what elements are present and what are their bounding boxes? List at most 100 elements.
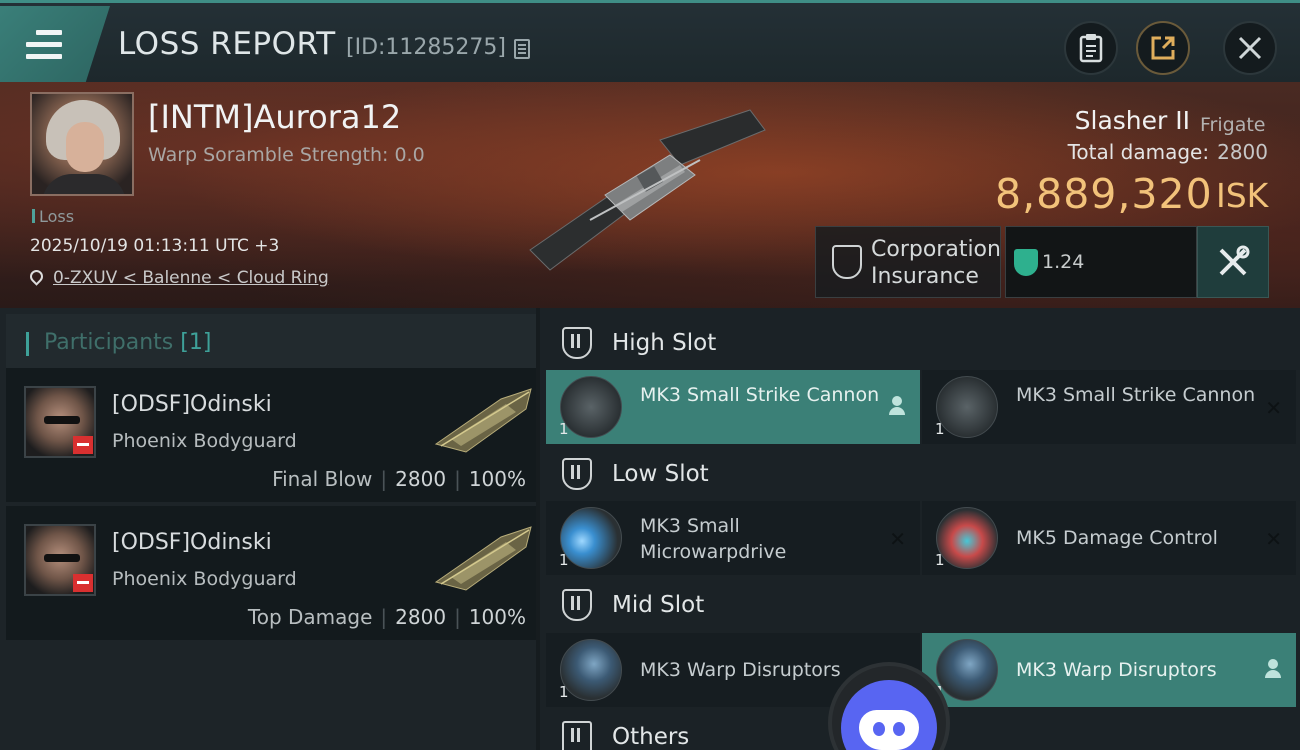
hostile-badge-icon [73,574,93,592]
low-slot-header: Low Slot [544,443,1300,503]
participant-ship: Phoenix Bodyguard [112,430,297,452]
damage-control-icon [936,507,998,569]
destroyed-x-icon: ✕ [1265,527,1282,551]
insurance-rate: 1.24 [1042,251,1085,273]
module-item[interactable]: 1 MK3 Warp Disruptors [922,633,1296,707]
insurance-label: Corporation Insurance [871,237,1001,289]
location-link[interactable]: 0-ZXUV < Balenne < Cloud Ring [53,268,329,288]
cannon-icon [560,376,622,438]
participant-stats: Top Damage | 2800 | 100% [247,605,526,629]
corporation-insurance-button[interactable]: Corporation Insurance [815,226,1001,298]
pilot-icon [1264,659,1282,679]
microwarpdrive-icon [560,507,622,569]
module-quantity: 1 [559,551,569,569]
participant-ship-image [434,526,532,591]
high-slot-title: High Slot [612,330,717,356]
module-item[interactable]: 1 MK5 Damage Control ✕ [922,501,1296,575]
pilot-icon [888,396,906,416]
participant-ship: Phoenix Bodyguard [112,568,297,590]
participant-percent: 100% [468,605,526,629]
fitting-button[interactable] [1197,226,1269,298]
total-damage-label: Total damage: [1067,140,1210,164]
report-id: [ID:11285275] [346,35,506,60]
mid-slot-header: Mid Slot [544,574,1300,634]
mid-slot-icon [562,589,592,621]
total-damage: Total damage: 2800 [1068,140,1268,164]
warp-scramble-strength: Warp Soramble Strength: 0.0 [148,144,425,166]
menu-button[interactable] [0,6,110,82]
victim-name[interactable]: [INTM]Aurora12 [148,98,401,136]
discord-icon [841,680,937,750]
others-title: Others [612,724,690,750]
low-slot-icon [562,458,592,490]
total-damage-value: 2800 [1217,140,1268,164]
destroyed-x-icon: ✕ [889,527,906,551]
victim-ship-class: Frigate [1200,114,1266,136]
high-slot-header: High Slot [544,312,1300,372]
clipboard-button[interactable] [1064,21,1118,75]
module-item[interactable]: 1 MK3 Small Strike Cannon ✕ [922,370,1296,444]
loss-label: Loss [32,207,74,226]
module-quantity: 1 [935,420,945,438]
module-name: MK5 Damage Control [1016,527,1218,549]
module-name: MK3 Small Strike Cannon [1016,384,1256,406]
participant-avatar[interactable] [24,524,96,596]
close-icon [1238,36,1262,60]
victim-ship-image [529,109,766,271]
hostile-badge-icon [73,436,93,454]
participants-label: Participants [44,330,174,355]
insurance-shield-icon [832,245,862,279]
loss-timestamp: 2025/10/19 01:13:11 UTC +3 [30,236,280,256]
clipboard-icon [1079,34,1103,63]
cargo-box-icon [562,721,592,750]
insurance-rate-box: 1.24 [1005,226,1197,298]
participant-damage: 2800 [395,467,447,491]
module-name: MK3 Small Microwarpdrive [640,515,787,563]
module-name: MK3 Small Strike Cannon [640,384,880,406]
destroyed-x-icon: ✕ [1265,396,1282,420]
high-slot-icon [562,327,592,359]
mid-slot-title: Mid Slot [612,592,705,618]
participants-header[interactable]: Participants [1] [6,314,536,372]
loss-location[interactable]: 0-ZXUV < Balenne < Cloud Ring [27,267,329,288]
participants-count: [1] [180,330,212,355]
module-name: MK3 Warp Disruptors [640,659,841,681]
close-button[interactable] [1223,21,1277,75]
warp-disruptor-icon [936,639,998,701]
copy-icon[interactable] [514,39,530,59]
module-quantity: 1 [559,683,569,701]
victim-ship-name: Slasher II [1074,106,1190,135]
page-title: LOSS REPORT [118,26,336,62]
participant-damage: 2800 [395,605,447,629]
participant-percent: 100% [468,467,526,491]
participant-role: Final Blow [272,467,373,491]
menu-icon [26,30,62,60]
location-pin-icon [27,267,46,286]
participant-role: Top Damage [247,605,373,629]
participant-row[interactable]: [ODSF]Odinski Phoenix Bodyguard Final Bl… [6,368,536,502]
participant-row[interactable]: [ODSF]Odinski Phoenix Bodyguard Top Dama… [6,506,536,640]
participant-name: [ODSF]Odinski [112,530,272,555]
participant-name: [ODSF]Odinski [112,392,272,417]
cannon-icon [936,376,998,438]
share-button[interactable] [1136,21,1190,75]
participant-avatar[interactable] [24,386,96,458]
participant-ship-image [434,388,532,453]
top-bar: LOSS REPORT [ID:11285275] [0,0,1300,82]
isk-value: 8,889,320 [995,170,1213,218]
share-icon [1151,36,1175,60]
participants-panel: Participants [1] [ODSF]Odinski Phoenix B… [0,308,540,750]
module-item[interactable]: 1 MK3 Small Strike Cannon [546,370,920,444]
tools-icon [1219,245,1250,276]
module-item[interactable]: 1 MK3 Small Microwarpdrive ✕ [546,501,920,575]
warp-disruptor-icon [560,639,622,701]
victim-avatar[interactable] [30,92,134,196]
module-quantity: 1 [559,420,569,438]
participants-title: Participants [1] [44,330,211,355]
module-name: MK3 Warp Disruptors [1016,659,1217,681]
low-slot-title: Low Slot [612,461,709,487]
module-quantity: 1 [935,551,945,569]
participant-stats: Final Blow | 2800 | 100% [272,467,526,491]
isk-unit: ISK [1216,176,1269,215]
insurance-rate-icon [1014,249,1038,276]
